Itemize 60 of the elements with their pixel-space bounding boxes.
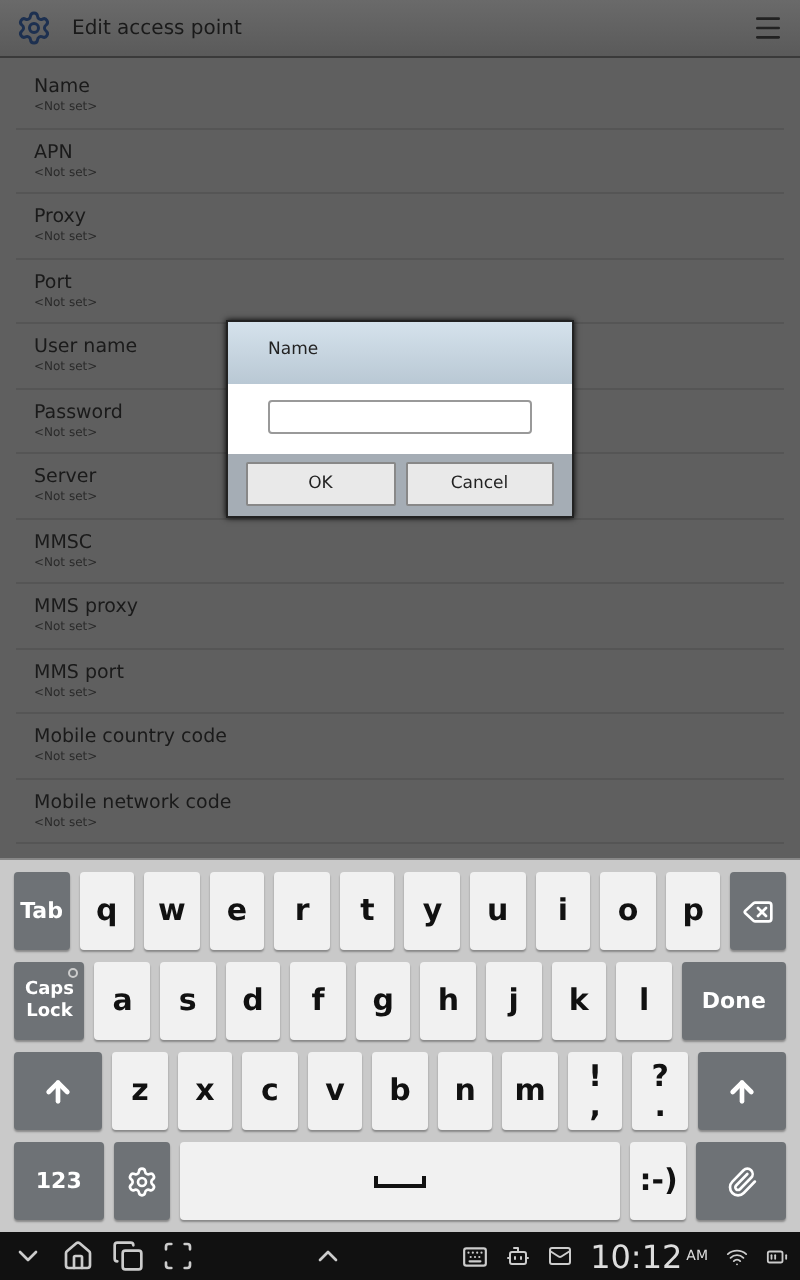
dialog-button[interactable]: Cancel bbox=[405, 462, 554, 506]
keyboard-key[interactable]: :-) bbox=[630, 1142, 687, 1220]
keyboard-key[interactable] bbox=[697, 1052, 787, 1130]
clock-time: 10:12 bbox=[590, 1237, 683, 1275]
keyboard-icon bbox=[462, 1243, 489, 1269]
keyboard-key[interactable]: g bbox=[355, 962, 411, 1040]
paperclip-icon bbox=[725, 1165, 758, 1197]
keyboard-key[interactable]: h bbox=[420, 962, 477, 1040]
keyboard-key[interactable]: n bbox=[437, 1052, 493, 1130]
wifi-icon bbox=[726, 1245, 748, 1267]
keyboard-key[interactable]: q bbox=[79, 872, 135, 950]
keyboard-key[interactable]: f bbox=[290, 962, 346, 1040]
keyboard-key[interactable]: b bbox=[372, 1052, 428, 1130]
keyboard-key[interactable]: o bbox=[600, 872, 656, 950]
shift-icon bbox=[725, 1075, 758, 1107]
keyboard-key[interactable]: Tab bbox=[14, 872, 70, 950]
keyboard-key[interactable]: l bbox=[616, 962, 672, 1040]
keyboard-key[interactable]: k bbox=[551, 962, 607, 1040]
keyboard-key[interactable]: v bbox=[307, 1052, 363, 1130]
screen-title: Edit access point bbox=[72, 17, 244, 39]
keyboard-key[interactable]: i bbox=[535, 872, 591, 950]
keyboard-key[interactable]: w bbox=[144, 872, 200, 950]
gear-icon bbox=[125, 1165, 158, 1197]
keyboard-key[interactable]: z bbox=[112, 1052, 168, 1130]
keyboard-key[interactable]: j bbox=[486, 962, 542, 1040]
keyboard-key[interactable]: a bbox=[94, 962, 151, 1040]
android-icon bbox=[506, 1244, 531, 1268]
settings-app-icon bbox=[16, 10, 52, 46]
shift-icon bbox=[42, 1075, 75, 1107]
battery-icon bbox=[766, 1245, 788, 1267]
keyboard-key[interactable]: p bbox=[665, 872, 721, 950]
menu-icon[interactable] bbox=[752, 12, 784, 44]
keyboard-key[interactable]: 123 bbox=[14, 1142, 104, 1220]
space-icon bbox=[373, 1175, 426, 1187]
dialog-button[interactable]: OK bbox=[246, 462, 395, 506]
keyboard-key[interactable] bbox=[113, 1142, 170, 1220]
keyboard-key[interactable] bbox=[696, 1142, 786, 1220]
dialog-title: Name bbox=[228, 322, 572, 384]
keyboard-key[interactable]: x bbox=[177, 1052, 233, 1130]
keyboard-key[interactable]: ! , bbox=[567, 1052, 623, 1130]
backspace-icon bbox=[742, 895, 775, 927]
mail-icon bbox=[548, 1244, 573, 1268]
keyboard-key[interactable]: t bbox=[339, 872, 395, 950]
keyboard-key[interactable] bbox=[730, 872, 786, 950]
input-field[interactable] bbox=[268, 400, 532, 434]
keyboard-key[interactable]: ? . bbox=[632, 1052, 688, 1130]
keyboard-key[interactable]: r bbox=[274, 872, 330, 950]
keyboard-key[interactable]: s bbox=[160, 962, 216, 1040]
keyboard-key[interactable] bbox=[14, 1052, 103, 1130]
keyboard-key[interactable]: m bbox=[502, 1052, 558, 1130]
keyboard-key[interactable]: u bbox=[470, 872, 526, 950]
screenshot-icon[interactable] bbox=[162, 1240, 194, 1272]
recent-apps-icon[interactable] bbox=[112, 1240, 144, 1272]
keyboard-key[interactable]: d bbox=[225, 962, 281, 1040]
keyboard-key[interactable]: Done bbox=[681, 962, 787, 1040]
home-icon[interactable] bbox=[62, 1240, 94, 1272]
keyboard-key[interactable]: c bbox=[242, 1052, 298, 1130]
keyboard-key[interactable]: y bbox=[404, 872, 461, 950]
keyboard-key[interactable]: Caps Lock bbox=[14, 962, 85, 1040]
keyboard-key[interactable]: e bbox=[209, 872, 265, 950]
